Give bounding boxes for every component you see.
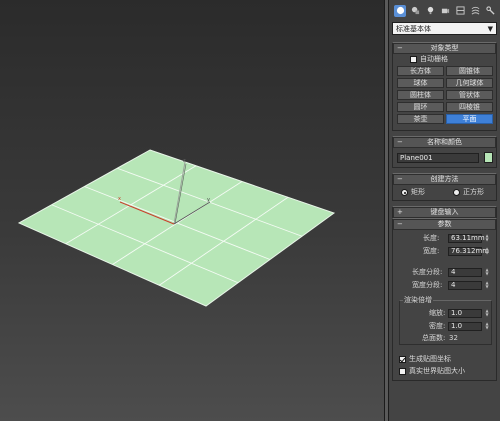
plane-mesh[interactable] [17, 149, 336, 307]
checkbox-box [399, 368, 406, 375]
checkbox-label: 真实世界贴图大小 [409, 367, 465, 375]
spacewarp-icon [471, 6, 479, 15]
tab-modify[interactable] [409, 5, 421, 17]
density-label: 密度: [429, 322, 446, 330]
rollout-creation-method: − 创建方法 矩形 正方形 [392, 173, 497, 201]
rollout-name-color: − 名称和颜色 Plane001 [392, 136, 497, 168]
sphere-icon [396, 6, 404, 15]
rollout-header[interactable]: − 参数 [393, 219, 496, 230]
camera-icon [441, 8, 449, 14]
object-category-dropdown[interactable]: 标准基本体 ▼ [392, 22, 497, 35]
rollout-keyboard-entry: + 键盘输入 [392, 206, 497, 218]
rollout-title: 创建方法 [430, 175, 459, 183]
density-spinner[interactable]: ▲ ▼ [484, 322, 490, 331]
command-panel: 标准基本体 ▼ − 对象类型 自动栅格 长方体 圆锥体 球体 几何球体 圆柱体 … [389, 0, 500, 421]
length-spinner[interactable]: ▲ ▼ [484, 234, 490, 243]
scale-label: 缩放: [429, 309, 446, 317]
rollout-title: 键盘输入 [430, 208, 459, 216]
tab-lights[interactable] [424, 5, 436, 17]
sphere-button[interactable]: 球体 [397, 78, 444, 88]
gizmo-label-y: y [207, 197, 210, 203]
tab-systems[interactable] [484, 5, 496, 17]
plane-surface[interactable] [17, 149, 336, 307]
rollout-header[interactable]: − 创建方法 [393, 174, 496, 185]
density-field[interactable]: 1.0 [448, 322, 482, 331]
rollout-header[interactable]: + 键盘输入 [393, 207, 496, 218]
width-spinner[interactable]: ▲ ▼ [484, 247, 490, 256]
shapes-icon [411, 6, 419, 15]
radio-label: 正方形 [463, 188, 484, 196]
cone-button[interactable]: 圆锥体 [446, 66, 493, 76]
chevron-down-icon: ▼ [487, 25, 493, 33]
light-icon [427, 6, 433, 15]
total-faces-label: 总面数: [422, 334, 446, 342]
radio-dot [453, 189, 460, 196]
gen-mapping-checkbox[interactable]: 生成贴图坐标 [399, 355, 451, 364]
checkbox-box [410, 56, 417, 63]
checkbox-box [399, 356, 406, 363]
rollout-object-type: − 对象类型 自动栅格 长方体 圆锥体 球体 几何球体 圆柱体 管状体 圆环 四… [392, 42, 497, 131]
wrench-icon [485, 6, 495, 15]
gizmo-label-z: z [183, 158, 186, 164]
width-label: 宽度: [423, 247, 440, 255]
checkbox-label: 自动栅格 [420, 55, 448, 63]
box-button[interactable]: 长方体 [397, 66, 444, 76]
helper-icon [455, 6, 465, 15]
tab-helpers[interactable] [454, 5, 466, 17]
pyramid-button[interactable]: 四棱锥 [446, 102, 493, 112]
gizmo-label-x: x [118, 196, 121, 202]
rollout-header[interactable]: − 名称和颜色 [393, 137, 496, 148]
radio-dot [401, 189, 408, 196]
tube-button[interactable]: 管状体 [446, 90, 493, 100]
auto-grid-checkbox[interactable]: 自动栅格 [410, 55, 448, 64]
width-segs-label: 宽度分段: [412, 281, 443, 289]
radio-rectangle[interactable]: 矩形 [401, 188, 425, 197]
length-segs-label: 长度分段: [412, 268, 443, 276]
rollout-parameters: − 参数 长度: 63.11mm ▲ ▼ 宽度: 76.312mm ▲ ▼ 长度分段… [392, 218, 497, 381]
collapse-icon: − [397, 138, 403, 146]
cylinder-button[interactable]: 圆柱体 [397, 90, 444, 100]
real-world-map-checkbox[interactable]: 真实世界贴图大小 [399, 367, 465, 376]
total-faces-value: 32 [449, 334, 458, 342]
collapse-icon: − [397, 220, 403, 228]
checkbox-label: 生成贴图坐标 [409, 355, 451, 363]
collapse-icon: − [397, 44, 403, 52]
command-panel-tabs [392, 2, 498, 19]
perspective-viewport[interactable]: x y z [0, 0, 384, 421]
radio-square[interactable]: 正方形 [453, 188, 484, 197]
rollout-title: 对象类型 [430, 44, 459, 52]
scale-field[interactable]: 1.0 [448, 309, 482, 318]
torus-button[interactable]: 圆环 [397, 102, 444, 112]
collapse-icon: − [397, 175, 403, 183]
length-segs-spinner[interactable]: ▲ ▼ [484, 268, 490, 277]
object-color-swatch[interactable] [484, 152, 493, 163]
width-segs-field[interactable]: 4 [448, 281, 482, 290]
length-segs-field[interactable]: 4 [448, 268, 482, 277]
length-field[interactable]: 63.11mm [448, 234, 485, 243]
rollout-title: 参数 [437, 220, 452, 228]
width-segs-spinner[interactable]: ▲ ▼ [484, 281, 490, 290]
object-name-field[interactable]: Plane001 [397, 153, 479, 163]
length-label: 长度: [423, 234, 440, 242]
plane-button[interactable]: 平面 [446, 114, 493, 124]
rollout-title: 名称和颜色 [427, 138, 462, 146]
teapot-button[interactable]: 茶壶 [397, 114, 444, 124]
tab-cameras[interactable] [439, 5, 451, 17]
geosphere-button[interactable]: 几何球体 [446, 78, 493, 88]
tab-create[interactable] [394, 4, 406, 17]
width-field[interactable]: 76.312mm [448, 247, 489, 256]
tab-spacewarps[interactable] [469, 5, 481, 17]
scale-spinner[interactable]: ▲ ▼ [484, 309, 490, 318]
radio-label: 矩形 [411, 188, 425, 196]
group-title: 渲染倍增 [403, 296, 433, 305]
dropdown-value: 标准基本体 [396, 25, 431, 33]
rollout-header[interactable]: − 对象类型 [393, 43, 496, 54]
expand-icon: + [397, 208, 403, 216]
viewport-scene: x y z [17, 149, 336, 307]
